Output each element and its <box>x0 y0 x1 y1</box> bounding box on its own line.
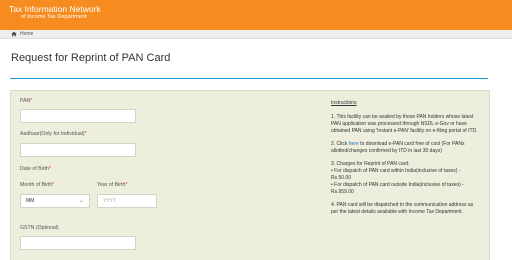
breadcrumb-home-link[interactable]: Home <box>20 30 33 38</box>
site-subtitle: of Income Tax Department <box>21 13 87 20</box>
instruction-item-3-title: 3. Charges for Reprint of PAN card: <box>331 161 410 167</box>
instruction-item-3a: • For dispatch of PAN card within India(… <box>331 168 461 181</box>
chevron-down-icon: ⌄ <box>78 198 84 204</box>
month-of-birth-label: Month of Birth* <box>20 182 55 188</box>
instructions-panel: Instructions 1. This facility can be ava… <box>331 100 481 216</box>
site-header: Tax Information Network of Income Tax De… <box>0 0 512 30</box>
here-link[interactable]: here <box>349 141 359 147</box>
pan-label: PAN* <box>20 98 33 104</box>
aadhaar-input[interactable] <box>20 143 136 157</box>
year-input[interactable]: YYYY <box>97 194 157 208</box>
page-title: Request for Reprint of PAN Card <box>11 52 171 64</box>
instructions-title: Instructions <box>331 100 357 106</box>
instruction-item-1: 1. This facility can be availed by those… <box>331 114 478 134</box>
breadcrumb: Home <box>0 30 512 39</box>
instruction-item-4: 4. PAN card will be dispatched to the co… <box>331 202 474 215</box>
month-select[interactable]: MM ⌄ <box>20 194 90 208</box>
site-logo[interactable]: Tax Information Network of Income Tax De… <box>9 5 101 20</box>
year-input-placeholder: YYYY <box>103 198 117 204</box>
instruction-item-2: 2. Click here to download e-PAN card fre… <box>331 141 465 154</box>
instruction-item-3b: • For dispatch of PAN card outside India… <box>331 182 464 195</box>
gstn-input[interactable] <box>20 236 136 250</box>
gstn-label: GSTN (Optional) <box>20 225 59 231</box>
title-divider <box>10 78 488 79</box>
home-icon[interactable] <box>11 31 17 37</box>
pan-input[interactable] <box>20 109 136 123</box>
site-title: Tax Information Network <box>9 4 101 14</box>
month-select-value: MM <box>26 198 35 204</box>
aadhaar-label: Aadhaar(Only for Individual)* <box>20 131 87 137</box>
year-of-birth-label: Year of Birth* <box>97 182 128 188</box>
dob-label: Date of Birth* <box>20 166 51 172</box>
